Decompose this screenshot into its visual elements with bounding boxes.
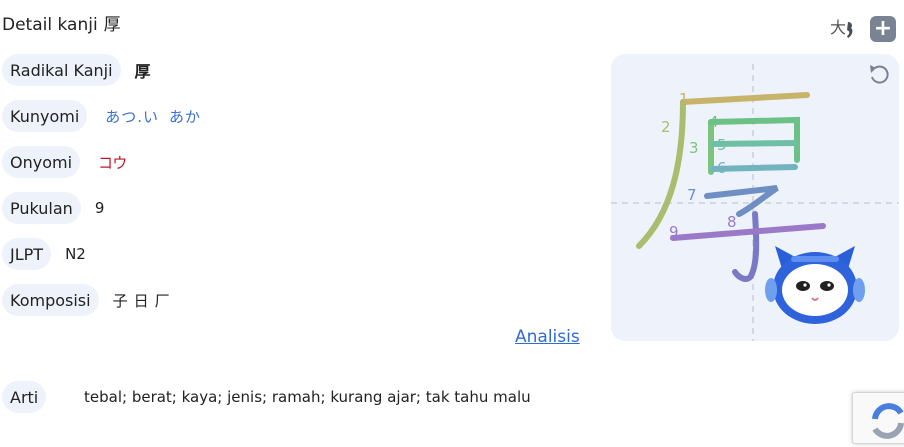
- value-arti: tebal; berat; kaya; jenis; ramah; kurang…: [84, 388, 531, 406]
- stroke-8: [732, 211, 760, 282]
- page-title-kanji: 厚: [103, 15, 121, 35]
- value-jlpt: N2: [65, 245, 86, 263]
- toolbar: 大 +: [830, 14, 896, 44]
- label-onyomi: Onyomi: [2, 146, 81, 178]
- stroke-number: 6: [717, 159, 727, 177]
- stroke-order-canvas: 1 2 3 4 5 6 7 8 9: [611, 64, 899, 341]
- page-title: Detail kanji 厚: [2, 10, 121, 35]
- row-arti: Arti: [2, 381, 47, 413]
- stroke-number: 1: [679, 90, 689, 108]
- font-size-icon[interactable]: 大: [830, 14, 856, 44]
- label-jlpt: JLPT: [2, 238, 52, 270]
- stroke-1: [680, 92, 810, 105]
- label-pukulan: Pukulan: [2, 192, 81, 224]
- component-kanji[interactable]: 日: [134, 292, 149, 310]
- value-onyomi[interactable]: コウ: [98, 152, 127, 173]
- value-kunyomi: あつ.い あか: [105, 106, 201, 127]
- recaptcha-icon: [872, 403, 904, 439]
- stroke-number: 2: [661, 118, 671, 136]
- row-kunyomi: Kunyomi あつ.い あか: [2, 100, 201, 132]
- value-radikal[interactable]: 厚: [135, 58, 151, 82]
- row-komposisi: Komposisi 子日厂: [2, 284, 170, 316]
- stroke-number: 8: [727, 213, 737, 231]
- stroke-order-panel[interactable]: 1 2 3 4 5 6 7 8 9: [611, 54, 899, 341]
- add-icon: +: [873, 16, 893, 41]
- label-radikal: Radikal Kanji: [2, 54, 121, 86]
- stroke-number: 5: [717, 136, 727, 154]
- analysis-link[interactable]: Analisis: [515, 327, 580, 347]
- replay-icon: [870, 65, 889, 84]
- row-radikal: Radikal Kanji 厚: [2, 54, 151, 86]
- label-komposisi: Komposisi: [2, 284, 99, 316]
- kunyomi-reading[interactable]: あつ.い: [105, 108, 159, 126]
- mascot-icon: [765, 246, 865, 324]
- component-kanji[interactable]: 子: [113, 292, 128, 310]
- value-komposisi: 子日厂: [113, 290, 170, 311]
- row-pukulan: Pukulan 9: [2, 192, 104, 224]
- stroke-7: [704, 185, 779, 217]
- value-pukulan: 9: [94, 199, 105, 217]
- row-jlpt: JLPT N2: [2, 238, 86, 270]
- stroke-number: 7: [687, 186, 697, 204]
- recaptcha-badge[interactable]: [852, 392, 904, 444]
- label-arti: Arti: [2, 381, 47, 413]
- stroke-number: 4: [709, 113, 719, 131]
- add-button[interactable]: +: [870, 16, 896, 42]
- stroke-9: [670, 223, 826, 241]
- kunyomi-reading[interactable]: あか: [169, 108, 201, 126]
- stroke-number: 3: [689, 139, 699, 157]
- label-kunyomi: Kunyomi: [2, 100, 88, 132]
- stroke-number: 9: [669, 223, 679, 241]
- component-kanji[interactable]: 厂: [155, 292, 170, 310]
- page-title-text: Detail kanji: [2, 15, 98, 35]
- row-onyomi: Onyomi コウ: [2, 146, 127, 178]
